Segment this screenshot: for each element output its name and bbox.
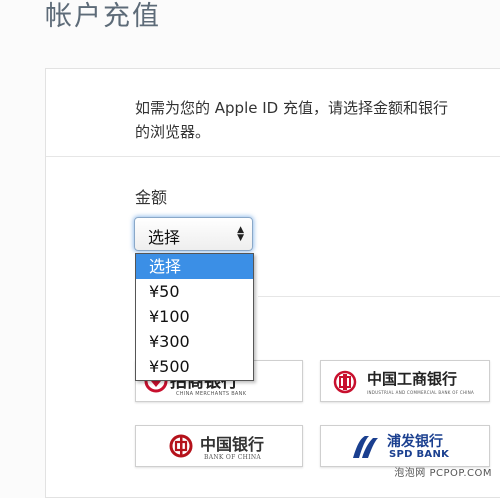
bank-boc-sub: BANK OF CHINA — [204, 454, 262, 461]
intro-line-1: 如需为您的 Apple ID 充值，请选择金额和银行 — [135, 99, 448, 117]
bank-icbc-sub: INDUSTRIAL AND COMMERCIAL BANK OF CHINA — [367, 390, 475, 395]
amount-select-value: 选择 — [148, 228, 181, 247]
intro-line-2: 的浏览器。 — [135, 123, 211, 141]
amount-option[interactable]: ¥300 — [136, 329, 253, 354]
bank-icbc-button[interactable]: 中国工商银行 INDUSTRIAL AND COMMERCIAL BANK OF… — [320, 360, 490, 402]
amount-option[interactable]: ¥100 — [136, 304, 253, 329]
bank-icbc-name: 中国工商银行 — [367, 370, 458, 388]
bank-spd-name: 浦发银行 — [387, 434, 443, 450]
bank-spd-button[interactable]: 浦发银行 SPD BANK — [320, 425, 490, 467]
amount-option[interactable]: ¥500 — [136, 354, 253, 379]
bank-cmb-sub: CHINA MERCHANTS BANK — [176, 391, 247, 397]
section-divider — [46, 156, 500, 157]
watermark: 泡泡网 PCPOP.COM — [394, 468, 492, 479]
bank-spd-sub: SPD BANK — [389, 449, 450, 460]
icbc-logo-icon — [333, 370, 357, 394]
amount-dropdown-list: 选择 ¥50 ¥100 ¥300 ¥500 — [135, 253, 254, 381]
section-divider — [258, 296, 500, 297]
boc-logo-icon — [169, 434, 193, 458]
bank-boc-button[interactable]: 中国银行 BANK OF CHINA — [135, 425, 303, 467]
intro-text: 如需为您的 Apple ID 充值，请选择金额和银行 的浏览器。 — [135, 96, 500, 144]
amount-option[interactable]: 选择 — [136, 254, 253, 279]
select-arrows-icon: ▲ ▼ — [237, 225, 244, 243]
amount-select[interactable]: 选择 ▲ ▼ — [134, 217, 253, 251]
amount-label: 金额 — [135, 188, 168, 207]
page-title: 帐户充值 — [45, 1, 161, 32]
bank-boc-name: 中国银行 — [200, 435, 265, 454]
amount-option[interactable]: ¥50 — [136, 279, 253, 304]
spd-logo-icon — [353, 436, 378, 458]
